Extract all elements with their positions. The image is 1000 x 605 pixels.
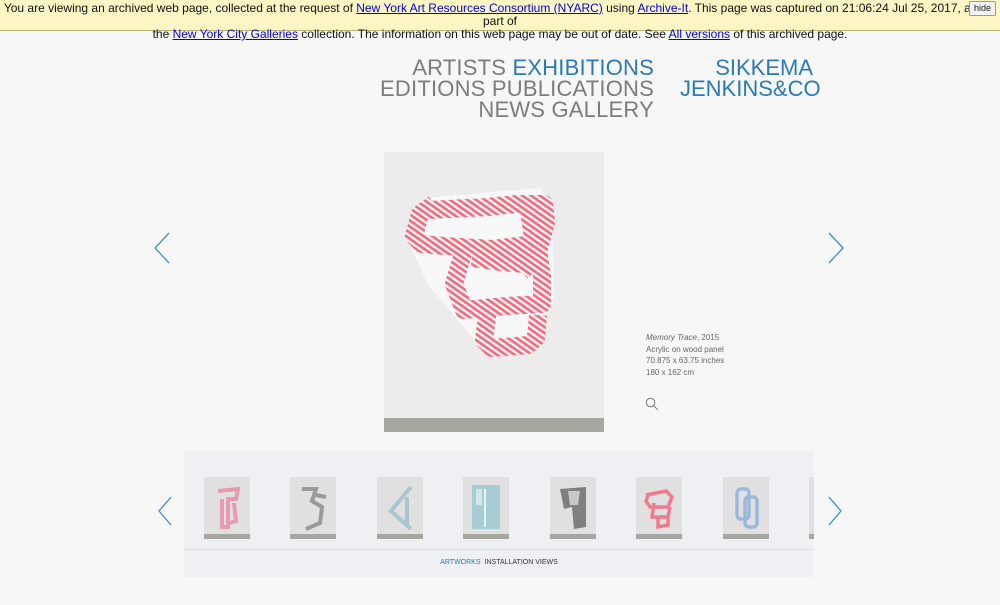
thumbnail-panel: ARTWORKS INSTALLATION VIEWS: [184, 451, 814, 577]
logo-line-2: JENKINS&CO: [680, 76, 821, 101]
thumbnail-8[interactable]: [809, 477, 814, 539]
artwork-image[interactable]: [384, 152, 604, 432]
artwork-caption: Memory Trace, 2015 Acrylic on wood panel…: [646, 332, 724, 378]
archive-banner-line-2: the New York City Galleries collection. …: [0, 28, 1000, 41]
archive-text: the: [152, 27, 173, 41]
archive-banner-line-1: You are viewing an archived web page, co…: [0, 2, 1000, 28]
thumbnail-1[interactable]: [204, 477, 250, 539]
magnifier-icon[interactable]: [645, 397, 659, 411]
next-thumbs-arrow[interactable]: [826, 496, 844, 526]
thumbnail-5[interactable]: [550, 477, 596, 539]
thumbnail-3[interactable]: [377, 477, 423, 539]
artwork-dimensions-cm: 180 x 162 cm: [646, 367, 695, 377]
logo-line-1: SIKKEMA: [715, 55, 813, 80]
thumbnail-strip: [184, 451, 814, 549]
view-tabs: ARTWORKS INSTALLATION VIEWS: [184, 559, 814, 566]
artwork-painting: [384, 188, 604, 432]
thumbnail-7[interactable]: [723, 477, 769, 539]
archive-text: using: [602, 1, 638, 15]
all-versions-link[interactable]: All versions: [669, 27, 730, 41]
nav-news[interactable]: NEWS: [478, 97, 545, 122]
archive-text: collection. The information on this web …: [297, 27, 669, 41]
gallery-logo[interactable]: SIKKEMA JENKINS&CO: [680, 55, 821, 101]
prev-thumbs-arrow[interactable]: [156, 496, 174, 526]
thumbnail-divider: [184, 549, 814, 550]
floor-strip: [384, 418, 604, 432]
artwork-year: , 2015: [696, 333, 720, 342]
nav-gallery[interactable]: GALLERY: [552, 97, 655, 122]
archive-it-link[interactable]: Archive-It: [638, 1, 689, 15]
prev-artwork-arrow[interactable]: [152, 232, 172, 264]
thumbnail-2[interactable]: [290, 477, 336, 539]
thumbnail-4[interactable]: [463, 477, 509, 539]
artwork-dimensions-in: 70.875 x 63.75 inches: [646, 356, 725, 365]
main-nav: ARTISTS EXHIBITIONS EDITIONS PUBLICATION…: [380, 57, 655, 122]
archive-text: You are viewing an archived web page, co…: [3, 1, 357, 15]
archive-banner: You are viewing an archived web page, co…: [0, 0, 1000, 41]
nav-editions[interactable]: EDITIONS: [380, 76, 486, 101]
artwork-title: Memory Trace: [646, 333, 697, 342]
archive-text: of this archived page.: [730, 27, 848, 41]
nyc-galleries-link[interactable]: New York City Galleries: [173, 27, 298, 41]
tab-installation-views[interactable]: INSTALLATION VIEWS: [485, 559, 558, 566]
thumbnail-6[interactable]: [636, 477, 682, 539]
artwork-medium: Acrylic on wood panel: [646, 344, 724, 354]
hide-banner-button[interactable]: hide: [968, 1, 996, 16]
tab-artworks[interactable]: ARTWORKS: [440, 559, 480, 566]
next-artwork-arrow[interactable]: [826, 232, 846, 264]
nyarc-link[interactable]: New York Art Resources Consortium (NYARC…: [356, 1, 603, 15]
